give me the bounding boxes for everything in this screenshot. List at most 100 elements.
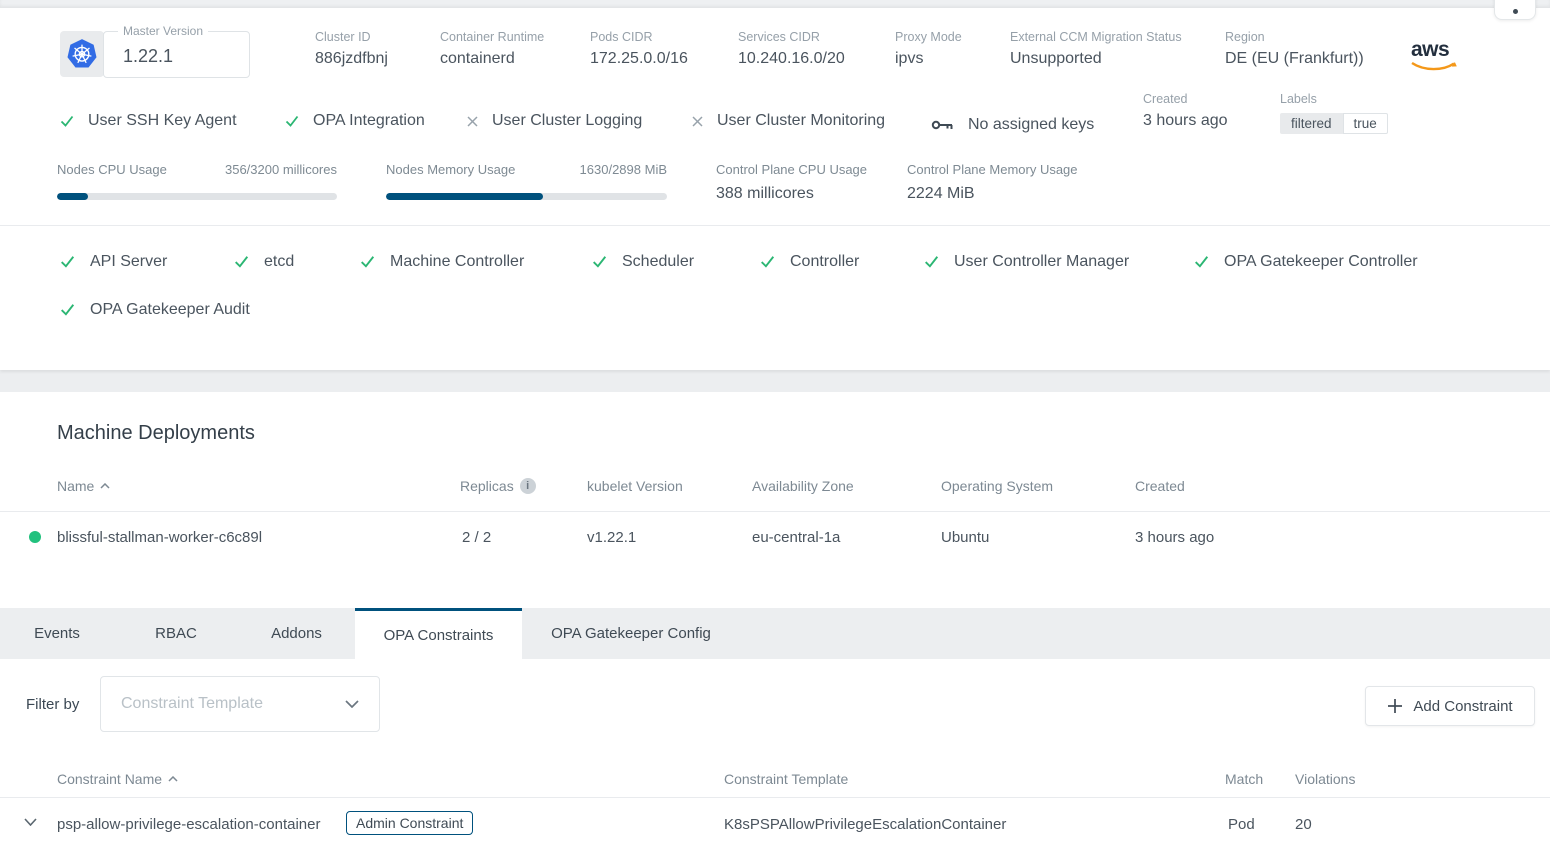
field-value: ipvs [895,50,962,68]
md-os-cell: Ubuntu [941,529,989,546]
cluster-details-page: Master Version 1.22.1 Cluster ID 886jzdf… [0,0,1550,851]
aws-swoosh-icon [1411,61,1457,73]
machine-deployments-card: Machine Deployments Name Replicas i kube… [0,392,1550,608]
master-version-label: Master Version [118,24,208,38]
health-user-controller-manager: User Controller Manager [922,252,1129,271]
health-label: etcd [264,253,294,271]
field-label: Container Runtime [440,30,544,44]
labels-block: Labels filtered true [1280,92,1388,134]
column-header-name[interactable]: Name [57,478,110,494]
admin-constraint-badge: Admin Constraint [346,811,473,835]
status-ok-dot [29,531,41,543]
plus-icon [1387,698,1403,714]
health-label: Scheduler [622,253,694,271]
nodes-cpu-usage-meter: Nodes CPU Usage 356/3200 millicores [57,162,337,200]
metric-label: Control Plane CPU Usage [716,162,867,177]
table-header-divider [0,511,1550,512]
health-opa-gatekeeper-controller: OPA Gatekeeper Controller [1192,252,1418,271]
filter-by-label: Filter by [26,696,79,713]
select-placeholder: Constraint Template [121,695,263,713]
field-region: Region DE (EU (Frankfurt)) [1225,30,1364,68]
nodes-memory-usage-meter: Nodes Memory Usage 1630/2898 MiB [386,162,667,200]
sort-asc-icon [168,776,178,782]
field-label: Services CIDR [738,30,845,44]
feature-label: User Cluster Monitoring [717,112,885,130]
feature-label: User SSH Key Agent [88,112,237,130]
cluster-summary-card: Master Version 1.22.1 Cluster ID 886jzdf… [0,8,1550,370]
column-header-created: Created [1135,478,1185,494]
expand-chevron-icon[interactable] [24,818,37,826]
created-block: Created 3 hours ago [1143,92,1228,130]
health-label: API Server [90,253,167,271]
field-cluster-id: Cluster ID 886jzdfbnj [315,30,388,68]
constraint-violations-cell: 20 [1295,816,1312,833]
add-constraint-label: Add Constraint [1413,698,1512,715]
check-icon [358,252,377,271]
x-icon [465,114,480,129]
machine-deployments-title: Machine Deployments [57,422,255,445]
info-icon[interactable]: i [520,478,536,494]
control-plane-memory-usage: Control Plane Memory Usage 2224 MiB [907,162,1078,203]
field-pods-cidr: Pods CIDR 172.25.0.0/16 [590,30,688,68]
field-container-runtime: Container Runtime containerd [440,30,544,68]
check-icon [232,252,251,271]
section-gap [0,370,1550,392]
field-label: External CCM Migration Status [1010,30,1182,44]
metric-value: 388 millicores [716,185,867,203]
feature-user-ssh-key-agent: User SSH Key Agent [58,112,237,130]
sort-asc-icon [100,483,110,489]
progress-fill [57,193,88,200]
health-etcd: etcd [232,252,294,271]
field-ccm-migration-status: External CCM Migration Status Unsupporte… [1010,30,1182,68]
constraint-template-select[interactable]: Constraint Template [100,676,380,732]
more-menu-button[interactable] [1494,0,1536,20]
master-version-field: Master Version 1.22.1 [103,31,250,78]
tab-events[interactable]: Events [0,608,114,659]
feature-user-cluster-logging: User Cluster Logging [465,112,642,130]
column-header-match: Match [1225,771,1263,787]
tab-rbac[interactable]: RBAC [114,608,238,659]
health-scheduler: Scheduler [590,252,694,271]
section-divider [0,225,1550,226]
check-icon [1192,252,1211,271]
column-header-replicas: Replicas i [460,478,536,494]
health-label: Controller [790,253,859,271]
health-label: OPA Gatekeeper Audit [90,301,250,319]
meter-label: Nodes CPU Usage [57,162,167,177]
chevron-down-icon [345,700,359,708]
field-value: Unsupported [1010,50,1182,68]
tab-opa-gatekeeper-config[interactable]: OPA Gatekeeper Config [522,608,740,659]
health-machine-controller: Machine Controller [358,252,524,271]
md-kubelet-cell: v1.22.1 [587,529,636,546]
ssh-keys-label: No assigned keys [968,116,1094,134]
table-header-divider [0,797,1550,798]
column-header-violations: Violations [1295,771,1355,787]
master-version-value: 1.22.1 [123,46,173,67]
label-chip-key: filtered [1280,113,1343,134]
column-header-operating-system: Operating System [941,478,1053,494]
field-label: Pods CIDR [590,30,688,44]
check-icon [283,112,301,130]
created-value: 3 hours ago [1143,112,1228,130]
aws-provider-logo: aws [1411,40,1457,76]
kubernetes-logo [60,31,104,77]
created-label: Created [1143,92,1228,106]
progress-track [386,193,667,200]
add-constraint-button[interactable]: Add Constraint [1365,686,1535,726]
field-value: 172.25.0.0/16 [590,50,688,68]
tab-bar: Events RBAC Addons OPA Constraints OPA G… [0,608,1550,659]
md-created-cell: 3 hours ago [1135,529,1214,546]
health-label: User Controller Manager [954,253,1129,271]
column-header-constraint-name[interactable]: Constraint Name [57,771,178,787]
page-top-gap [0,0,1550,8]
tab-opa-constraints[interactable]: OPA Constraints [355,608,522,659]
tab-addons[interactable]: Addons [238,608,355,659]
meter-value: 356/3200 millicores [225,162,337,177]
health-api-server: API Server [58,252,167,271]
md-replicas-cell: 2 / 2 [462,529,491,546]
feature-label: User Cluster Logging [492,112,642,130]
column-header-availability-zone: Availability Zone [752,478,854,494]
field-value: 10.240.16.0/20 [738,50,845,68]
field-label: Region [1225,30,1364,44]
progress-track [57,193,337,200]
